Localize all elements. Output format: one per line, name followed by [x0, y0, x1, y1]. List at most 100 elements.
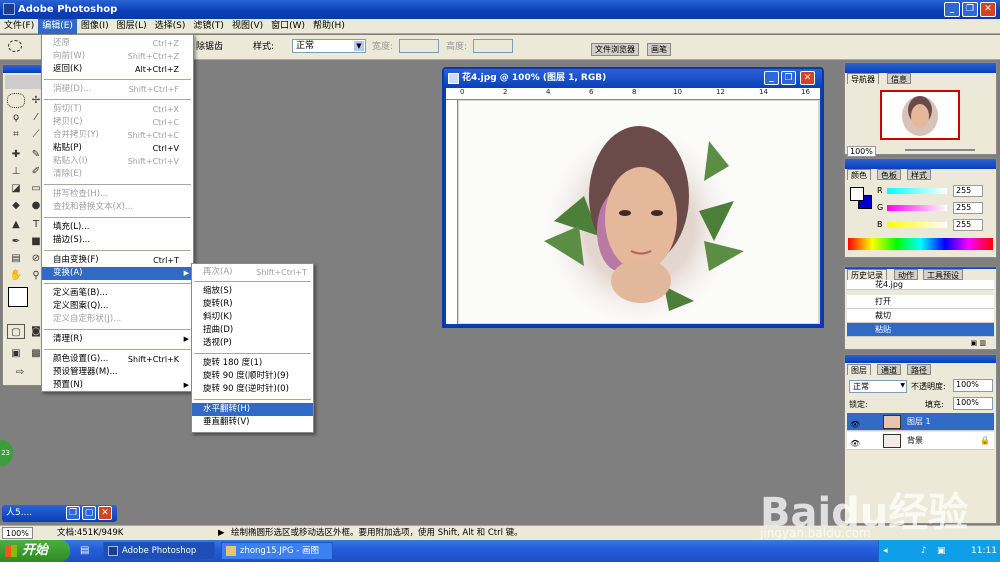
pen-tool-icon[interactable]: ✒ — [7, 234, 25, 249]
menu-item-copy[interactable]: 拷贝(C) Ctrl+C — [42, 116, 193, 129]
menu-item-fade[interactable]: 消褪(D)... Shift+Ctrl+F — [42, 83, 193, 96]
menu-item-scale[interactable]: 缩放(S) — [192, 285, 313, 298]
menu-image[interactable]: 图像(I) — [77, 19, 113, 34]
tab-layers[interactable]: 图层 — [847, 364, 871, 375]
doc-close-button[interactable]: ✕ — [800, 71, 815, 85]
red-value-field[interactable]: 255 — [953, 185, 983, 197]
menu-item-distort[interactable]: 扭曲(D) — [192, 324, 313, 337]
screen-mode-standard-icon[interactable]: ▣ — [7, 346, 25, 361]
menu-item-preferences[interactable]: 预置(N) ▶ — [42, 379, 193, 392]
color-ramp[interactable] — [848, 238, 993, 250]
hand-tool-icon[interactable]: ✋ — [7, 268, 25, 283]
menu-select[interactable]: 选择(S) — [151, 19, 190, 34]
start-button[interactable]: 开始 — [0, 540, 70, 562]
navigator-zoom-field[interactable]: 100% — [847, 146, 876, 157]
volume-icon[interactable]: ♪ — [921, 540, 927, 562]
color-fg-swatch[interactable] — [850, 187, 864, 201]
jump-to-imageready-icon[interactable]: ⇨ — [11, 365, 29, 380]
tab-actions[interactable]: 动作 — [894, 269, 918, 280]
style-select[interactable]: 正常 ▼ — [292, 39, 366, 53]
fill-field[interactable]: 100% — [953, 397, 993, 410]
maximize-button[interactable]: ❐ — [962, 2, 978, 17]
menu-item-flip-vertical[interactable]: 垂直翻转(V) — [192, 416, 313, 429]
menu-item-fill[interactable]: 填充(L)... — [42, 221, 193, 234]
doc-maximize-button[interactable]: ❐ — [781, 71, 796, 85]
menu-edit[interactable]: 编辑(E) — [38, 19, 77, 34]
history-item[interactable]: 裁切 — [847, 309, 994, 323]
menu-item-color-settings[interactable]: 颜色设置(G)... Shift+Ctrl+K — [42, 353, 193, 366]
navigator-zoom-slider[interactable] — [905, 149, 975, 151]
menu-item-free-transform[interactable]: 自由变换(F) Ctrl+T — [42, 254, 193, 267]
minimize-button[interactable]: _ — [944, 2, 960, 17]
menu-item-paste[interactable]: 粘贴(P) Ctrl+V — [42, 142, 193, 155]
network-icon[interactable]: ▣ — [937, 540, 946, 562]
menu-item-perspective[interactable]: 透视(P) — [192, 337, 313, 350]
taskbar-item-photoshop[interactable]: Adobe Photoshop — [103, 542, 215, 560]
tray-icon[interactable]: ◂ — [883, 540, 888, 562]
new-snapshot-icon[interactable]: ▣ — [971, 339, 978, 347]
history-item[interactable]: 粘贴 — [847, 323, 994, 337]
menu-item-find-replace[interactable]: 查找和替换文本(X)... — [42, 201, 193, 214]
canvas-image[interactable] — [459, 101, 818, 331]
menu-filter[interactable]: 滤镜(T) — [189, 19, 228, 34]
menu-item-copy-merged[interactable]: 合并拷贝(Y) Shift+Ctrl+C — [42, 129, 193, 142]
menu-window[interactable]: 窗口(W) — [267, 19, 309, 34]
lasso-tool-icon[interactable]: ϙ — [7, 110, 25, 125]
tab-info[interactable]: 信息 — [887, 73, 911, 84]
tab-color[interactable]: 颜色 — [847, 169, 871, 180]
green-value-field[interactable]: 255 — [953, 202, 983, 214]
menu-item-skew[interactable]: 斜切(K) — [192, 311, 313, 324]
navigator-thumbnail[interactable] — [880, 90, 960, 140]
menu-item-again[interactable]: 再次(A) Shift+Ctrl+T — [192, 266, 313, 279]
menu-item-transform[interactable]: 变换(A) ▶ — [42, 267, 193, 280]
menu-item-undo[interactable]: 还原 Ctrl+Z — [42, 37, 193, 50]
restore-button[interactable]: ❐ — [66, 506, 80, 520]
menu-view[interactable]: 视图(V) — [228, 19, 267, 34]
menu-item-define-shape[interactable]: 定义自定形状(J)... — [42, 313, 193, 326]
menu-layer[interactable]: 图层(L) — [113, 19, 151, 34]
crop-tool-icon[interactable]: ⌗ — [7, 127, 25, 142]
close-doc-button[interactable]: ✕ — [98, 506, 112, 520]
tab-swatches[interactable]: 色板 — [877, 169, 901, 180]
tab-tool-presets[interactable]: 工具预设 — [923, 269, 963, 280]
doc-minimize-button[interactable]: _ — [764, 71, 779, 85]
history-item[interactable]: 打开 — [847, 295, 994, 309]
menu-help[interactable]: 帮助(H) — [309, 19, 349, 34]
blur-tool-icon[interactable]: ◆ — [7, 198, 25, 213]
quick-launch-icon[interactable]: ▤ — [80, 545, 89, 556]
menu-item-define-pattern[interactable]: 定义图案(Q)... — [42, 300, 193, 313]
adobe-online-icon[interactable] — [5, 75, 45, 89]
menu-item-rotate-180[interactable]: 旋转 180 度(1) — [192, 357, 313, 370]
status-doc-size[interactable]: 文档:451K/949K — [57, 526, 123, 540]
menu-item-purge[interactable]: 清理(R) ▶ — [42, 333, 193, 346]
menu-item-flip-horizontal[interactable]: 水平翻转(H) — [192, 403, 313, 416]
opacity-field[interactable]: 100% — [953, 379, 993, 392]
path-select-icon[interactable]: ▲ — [7, 217, 25, 232]
red-slider[interactable] — [887, 188, 947, 194]
healing-brush-icon[interactable]: ✚ — [7, 147, 25, 162]
menu-item-spell-check[interactable]: 拼写检查(H)... — [42, 188, 193, 201]
blend-mode-select[interactable]: 正常 ▼ — [849, 380, 907, 393]
tab-navigator[interactable]: 导航器 — [847, 73, 879, 84]
maximize-doc-button[interactable]: ▢ — [82, 506, 96, 520]
minimized-document[interactable]: 人5.... ❐ ▢ ✕ — [2, 505, 117, 522]
tab-paths[interactable]: 路径 — [907, 364, 931, 375]
menu-item-define-brush[interactable]: 定义画笔(B)... — [42, 287, 193, 300]
blue-value-field[interactable]: 255 — [953, 219, 983, 231]
menu-item-rotate[interactable]: 旋转(R) — [192, 298, 313, 311]
height-input[interactable] — [473, 39, 513, 53]
standard-mode-icon[interactable]: ▢ — [7, 324, 25, 339]
stamp-tool-icon[interactable]: ⊥ — [7, 164, 25, 179]
menu-item-step-backward[interactable]: 返回(K) Alt+Ctrl+Z — [42, 63, 193, 76]
layer-row-background[interactable]: 背景 👁 🔒 — [847, 432, 994, 450]
menu-item-step-forward[interactable]: 向前(W) Shift+Ctrl+Z — [42, 50, 193, 63]
tab-file-browser[interactable]: 文件浏览器 — [591, 43, 639, 56]
menu-item-rotate-90-ccw[interactable]: 旋转 90 度(逆时针)(0) — [192, 383, 313, 396]
tab-styles[interactable]: 样式 — [907, 169, 931, 180]
tab-channels[interactable]: 通道 — [877, 364, 901, 375]
eye-icon[interactable]: 👁 — [850, 435, 860, 453]
menu-item-paste-into[interactable]: 粘贴入(I) Shift+Ctrl+V — [42, 155, 193, 168]
eraser-tool-icon[interactable]: ◪ — [7, 181, 25, 196]
width-input[interactable] — [399, 39, 439, 53]
menu-item-stroke[interactable]: 描边(S)... — [42, 234, 193, 247]
